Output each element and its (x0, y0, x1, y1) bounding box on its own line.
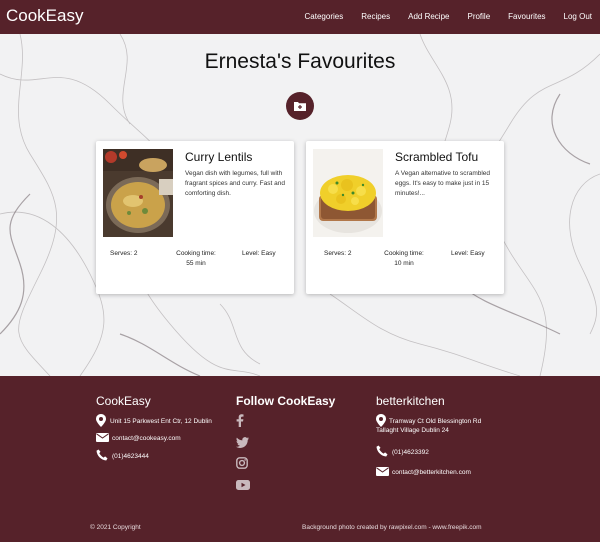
recipe-cooking-time: Cooking time: 55 min (166, 249, 226, 269)
instagram-icon[interactable] (236, 456, 250, 470)
footer-bk-email-link[interactable]: contact@betterkitchen.com (392, 468, 471, 477)
favourites-section: Ernesta's Favourites Curry Lentils Vegan… (0, 34, 600, 376)
recipe-serves: Serves: 2 (110, 250, 138, 257)
recipe-image-scrambled-tofu[interactable] (313, 149, 383, 237)
twitter-icon[interactable] (236, 435, 250, 449)
footer-cookeasy-title: CookEasy (96, 394, 151, 408)
nav-profile[interactable]: Profile (467, 12, 490, 21)
envelope-icon (96, 433, 110, 442)
footer-cookeasy-column: CookEasy Unit 15 Parkwest Ent Ctr, 12 Du… (96, 394, 212, 461)
nav-log-out[interactable]: Log Out (564, 12, 592, 21)
footer-bk-email: contact@betterkitchen.com (376, 467, 481, 477)
footer-bk-address-line1: Tramway Ct Old Blessington Rd (389, 418, 482, 425)
recipe-level: Level: Easy (451, 250, 485, 257)
recipe-description: Vegan dish with legumes, full with fragr… (185, 170, 285, 197)
envelope-icon (376, 467, 390, 476)
footer-email-link[interactable]: contact@cookeasy.com (112, 434, 181, 443)
footer-follow-column: Follow CookEasy (236, 394, 335, 491)
nav-recipes[interactable]: Recipes (361, 12, 390, 21)
footer-follow-title: Follow CookEasy (236, 394, 336, 408)
map-marker-icon (96, 414, 110, 427)
recipe-cooking-time: Cooking time: 10 min (374, 249, 434, 269)
footer-phone-text: (01)4623444 (112, 453, 149, 460)
nav-categories[interactable]: Categories (305, 12, 344, 21)
footer-bk-phone-text: (01)4623392 (392, 449, 429, 456)
phone-icon (376, 445, 390, 457)
footer-bk-address-text: Tramway Ct Old Blessington Rd (389, 417, 481, 426)
footer-betterkitchen-column: betterkitchen Tramway Ct Old Blessington… (376, 394, 481, 477)
recipe-description: A Vegan alternative to scrambled eggs. I… (395, 170, 491, 197)
add-recipe-button[interactable] (286, 92, 314, 120)
photo-credit[interactable]: Background photo created by rawpixel.com… (302, 524, 482, 531)
footer-bk-address-line2: Tallaght Village Dublin 24 (376, 427, 449, 434)
brand-logo[interactable]: CookEasy (6, 6, 83, 26)
cooking-time-value: 55 min (186, 260, 206, 267)
social-links (236, 414, 335, 491)
footer-betterkitchen-title: betterkitchen (376, 394, 445, 408)
recipe-level: Level: Easy (242, 250, 276, 257)
cooking-time-value: 10 min (394, 260, 414, 267)
recipe-title[interactable]: Curry Lentils (185, 150, 252, 164)
nav-favourites[interactable]: Favourites (508, 12, 545, 21)
footer-bk-phone: (01)4623392 (376, 445, 481, 457)
phone-icon (96, 449, 110, 461)
recipe-card[interactable]: Curry Lentils Vegan dish with legumes, f… (96, 141, 294, 294)
facebook-icon[interactable] (236, 414, 250, 428)
recipe-image-curry-lentils[interactable] (103, 149, 173, 237)
nav-add-recipe[interactable]: Add Recipe (408, 12, 449, 21)
cooking-time-label: Cooking time: (176, 250, 216, 257)
footer: CookEasy Unit 15 Parkwest Ent Ctr, 12 Du… (0, 376, 600, 542)
youtube-icon[interactable] (236, 477, 250, 491)
cooking-time-label: Cooking time: (384, 250, 424, 257)
copyright: © 2021 Copyright (90, 524, 141, 531)
footer-email: contact@cookeasy.com (96, 433, 212, 443)
marble-background (0, 34, 600, 376)
navbar: CookEasy Categories Recipes Add Recipe P… (0, 0, 600, 34)
folder-plus-icon (294, 102, 306, 111)
page-title: Ernesta's Favourites (204, 50, 396, 73)
recipe-card[interactable]: Scrambled Tofu A Vegan alternative to sc… (306, 141, 504, 294)
footer-address: Unit 15 Parkwest Ent Ctr, 12 Dublin (96, 414, 212, 427)
footer-phone: (01)4623444 (96, 449, 212, 461)
nav-menu: Categories Recipes Add Recipe Profile Fa… (287, 12, 592, 21)
recipe-serves: Serves: 2 (324, 250, 352, 257)
footer-address-text: Unit 15 Parkwest Ent Ctr, 12 Dublin (110, 418, 212, 425)
recipe-title[interactable]: Scrambled Tofu (395, 150, 478, 164)
